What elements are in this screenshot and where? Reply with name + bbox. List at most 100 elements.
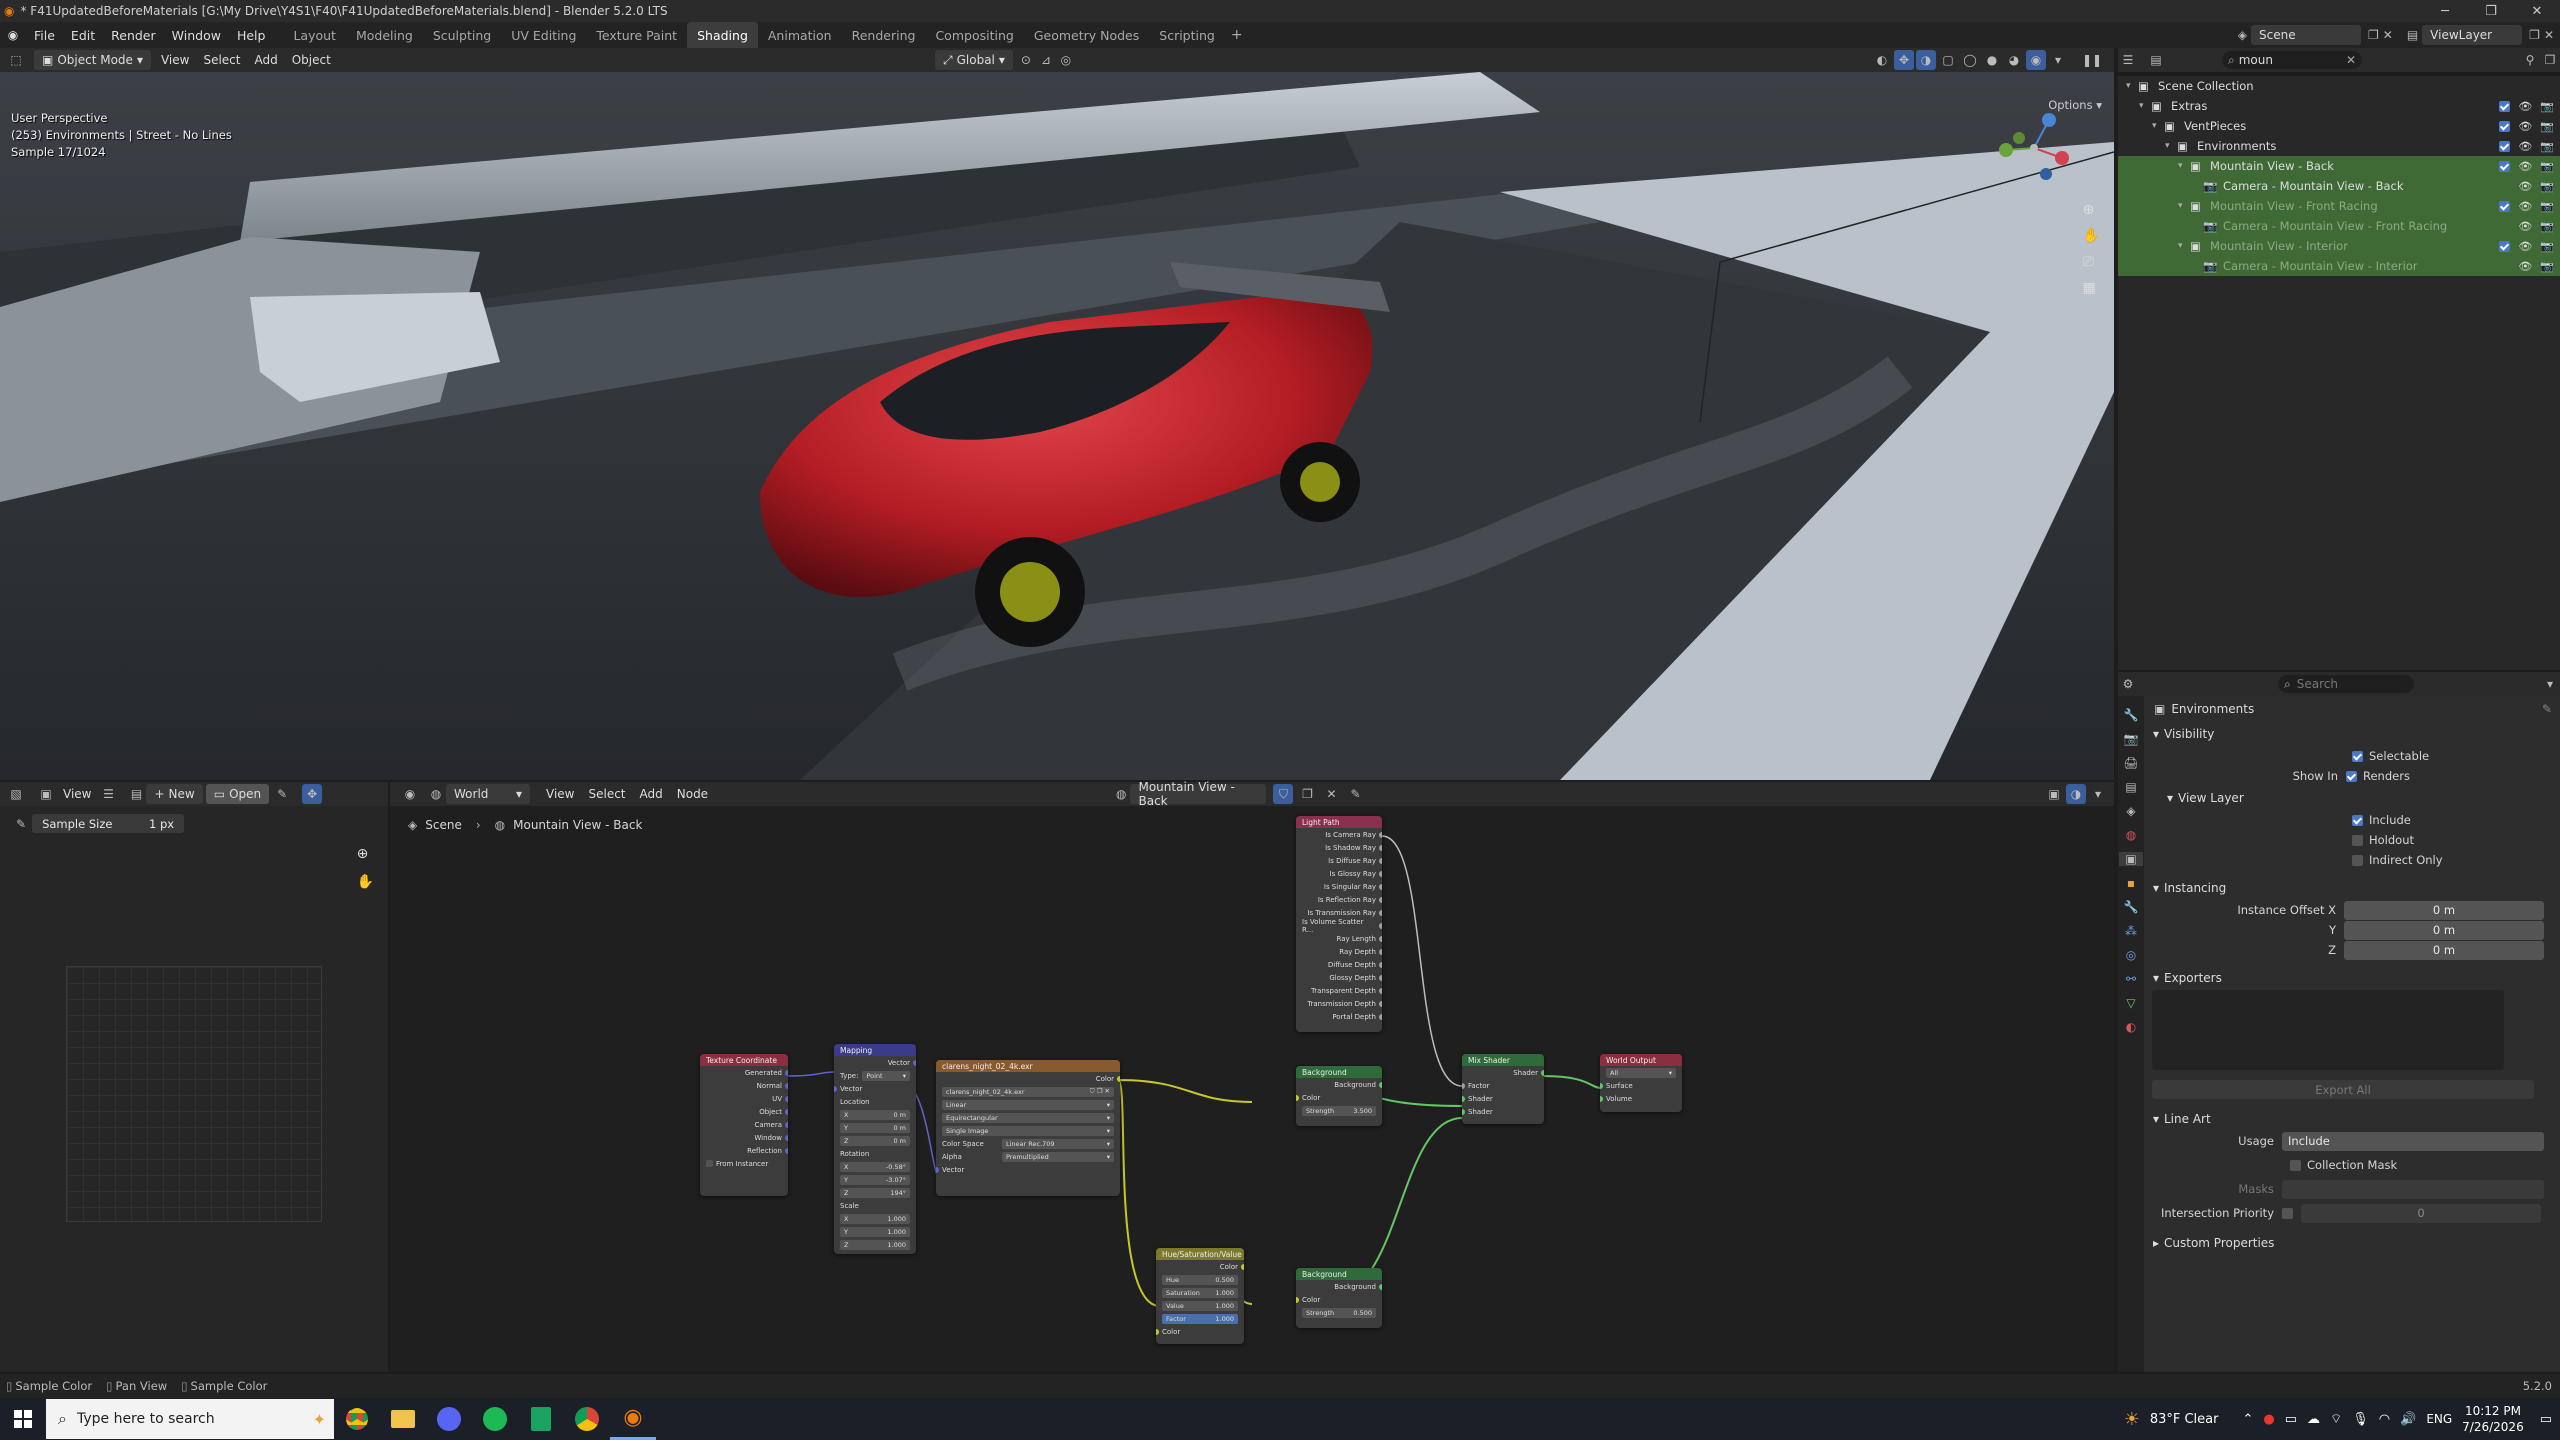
outliner-camera-row[interactable]: 📷 Camera - Mountain View - Front Racing 👁 📷 — [2118, 216, 2560, 236]
eye-icon[interactable]: 👁 — [2518, 140, 2532, 153]
lightpath-output[interactable]: Is Shadow Ray — [1296, 841, 1382, 854]
lightpath-output[interactable]: Glossy Depth — [1296, 971, 1382, 984]
outliner-collection-row[interactable]: ▾ ▣ Scene Collection — [2118, 76, 2560, 96]
include-checkbox[interactable] — [2352, 814, 2363, 826]
output-socket[interactable] — [1379, 974, 1382, 981]
object-tab-icon[interactable]: ▪ — [2127, 876, 2135, 890]
xray-icon[interactable]: ▢ — [1938, 50, 1958, 70]
render-tab-icon[interactable]: 📷 — [2124, 732, 2139, 746]
new-image-button[interactable]: + New — [146, 784, 203, 804]
output-socket[interactable] — [785, 1082, 788, 1089]
value-field[interactable]: Value 1.000 — [1156, 1299, 1244, 1312]
output-socket[interactable] — [1379, 987, 1382, 994]
gizmo-icon[interactable]: ✥ — [302, 784, 323, 804]
outliner-collection-row[interactable]: ▾ ▣ Environments 👁 📷 — [2118, 136, 2560, 156]
rotation-x-field[interactable]: X -0.58° — [834, 1160, 916, 1173]
world-datablock-selector[interactable]: Mountain View - Back — [1130, 780, 1267, 808]
node-menu-select[interactable]: Select — [581, 784, 632, 804]
lightpath-output[interactable]: Ray Depth — [1296, 945, 1382, 958]
outliner-collection-row[interactable]: ▾ ▣ Mountain View - Front Racing 👁 📷 — [2118, 196, 2560, 216]
factor-field[interactable]: Factor 1.000 — [1156, 1312, 1244, 1325]
color-output[interactable]: Color — [1156, 1260, 1244, 1273]
weather-label[interactable]: 83°F Clear — [2150, 1412, 2219, 1427]
output-socket[interactable] — [785, 1069, 788, 1076]
texcoord-output-generated[interactable]: Generated — [700, 1066, 788, 1079]
navigation-gizmo[interactable] — [1994, 108, 2074, 188]
disclosure-arrow-icon[interactable]: ▾ — [2178, 161, 2190, 171]
texcoord-output-normal[interactable]: Normal — [700, 1079, 788, 1092]
spotify-icon[interactable] — [472, 1398, 518, 1440]
add-workspace-button[interactable]: + — [1225, 27, 1249, 43]
taskbar-search-input[interactable]: Type here to search — [77, 1411, 215, 1427]
menu-help[interactable]: Help — [229, 22, 274, 48]
render-camera-icon[interactable]: 📷 — [2540, 160, 2554, 173]
color-input[interactable]: Color — [1296, 1293, 1382, 1306]
workspace-tab-animation[interactable]: Animation — [758, 22, 842, 48]
close-window-button[interactable]: ✕ — [2514, 0, 2560, 22]
node-editor-icon[interactable]: ◉ — [400, 784, 420, 804]
outliner-camera-row[interactable]: 📷 Camera - Mountain View - Interior 👁 📷 — [2118, 256, 2560, 276]
exclude-checkbox[interactable] — [2499, 100, 2511, 112]
scale-x-field[interactable]: X 1.000 — [834, 1212, 916, 1225]
pin-icon[interactable]: ✎ — [272, 784, 292, 804]
chevron-up-icon[interactable]: ⌃ — [2242, 1412, 2253, 1427]
intersection-priority-checkbox[interactable] — [2282, 1207, 2293, 1219]
zoom-icon[interactable]: ⊕ — [2083, 202, 2100, 218]
start-button[interactable] — [0, 1398, 46, 1440]
lightpath-output[interactable]: Is Volume Scatter R... — [1296, 918, 1382, 934]
texcoord-output-camera[interactable]: Camera — [700, 1118, 788, 1131]
background-output[interactable]: Background — [1296, 1078, 1382, 1091]
environment-texture-node[interactable]: clarens_night_02_4k.exr Color clarens_ni… — [936, 1060, 1120, 1196]
surface-input[interactable]: Surface — [1600, 1079, 1682, 1092]
holdout-checkbox[interactable] — [2352, 834, 2363, 846]
new-scene-icon[interactable]: ❐ — [2368, 28, 2379, 42]
image-editor-icon[interactable]: ▧ — [6, 784, 26, 804]
pivot-icon[interactable]: ⊙ — [1016, 50, 1036, 70]
outliner-collection-row[interactable]: ▾ ▣ Mountain View - Interior 👁 📷 — [2118, 236, 2560, 256]
workspace-tab-uv-editing[interactable]: UV Editing — [501, 22, 586, 48]
properties-search-input[interactable]: Search — [2297, 677, 2338, 691]
world-tab-icon[interactable]: ◍ — [2126, 828, 2136, 842]
interpolation-dropdown[interactable]: Linear ▾ — [942, 1099, 1114, 1110]
pin-icon[interactable]: ✎ — [1345, 784, 1365, 804]
texcoord-output-window[interactable]: Window — [700, 1131, 788, 1144]
outliner-editor-icon[interactable]: ☰ — [2118, 50, 2138, 70]
instance-offset-x-field[interactable]: 0 m — [2344, 900, 2544, 920]
output-socket[interactable] — [1379, 961, 1382, 968]
output-socket[interactable] — [785, 1095, 788, 1102]
ortho-grid-icon[interactable]: ▦ — [2083, 280, 2100, 296]
chrome-profile-icon[interactable] — [564, 1398, 610, 1440]
instancing-panel-header[interactable]: ▾ Instancing — [2148, 876, 2558, 900]
scale-y-field[interactable]: Y 1.000 — [834, 1225, 916, 1238]
clear-search-icon[interactable]: ✕ — [2346, 53, 2356, 67]
scale-z-field[interactable]: Z 1.000 — [834, 1238, 916, 1251]
exporters-panel-header[interactable]: ▾ Exporters — [2148, 966, 2558, 990]
rotation-z-field[interactable]: Z 194° — [834, 1186, 916, 1199]
lightpath-output[interactable]: Is Camera Ray — [1296, 828, 1382, 841]
shader-output[interactable]: Shader — [1462, 1066, 1544, 1079]
material-tab-icon[interactable]: ◐ — [2126, 1020, 2136, 1034]
cloud-icon[interactable]: ☁ — [2307, 1412, 2320, 1427]
output-socket[interactable] — [785, 1108, 788, 1115]
backdrop-icon[interactable]: ▣ — [2044, 784, 2064, 804]
render-camera-icon[interactable]: 📷 — [2540, 220, 2554, 233]
zoom-icon[interactable]: ⊕ — [357, 846, 374, 862]
texcoord-output-uv[interactable]: UV — [700, 1092, 788, 1105]
lightpath-output[interactable]: Transparent Depth — [1296, 984, 1382, 997]
color-input[interactable]: Color — [1296, 1091, 1382, 1104]
texcoord-output-reflection[interactable]: Reflection — [700, 1144, 788, 1157]
saturation-field[interactable]: Saturation 1.000 — [1156, 1286, 1244, 1299]
eye-icon[interactable]: 👁 — [2518, 120, 2532, 133]
workspace-tab-shading[interactable]: Shading — [687, 22, 758, 48]
collection-tab-icon[interactable]: ▣ — [2119, 852, 2143, 866]
instance-offset-z-field[interactable]: 0 m — [2344, 940, 2544, 960]
output-socket[interactable] — [785, 1121, 788, 1128]
view-layer-tab-icon[interactable]: ▤ — [2125, 780, 2136, 794]
lightpath-output[interactable]: Is Reflection Ray — [1296, 893, 1382, 906]
workspace-tab-sculpting[interactable]: Sculpting — [423, 22, 501, 48]
node-menu-add[interactable]: Add — [633, 784, 670, 804]
discord-icon[interactable] — [426, 1398, 472, 1440]
world-output-node[interactable]: World Output All ▾ Surface Volume — [1600, 1054, 1682, 1112]
language-indicator[interactable]: ENG — [2426, 1412, 2452, 1426]
vector-input[interactable]: Vector — [936, 1163, 1120, 1176]
